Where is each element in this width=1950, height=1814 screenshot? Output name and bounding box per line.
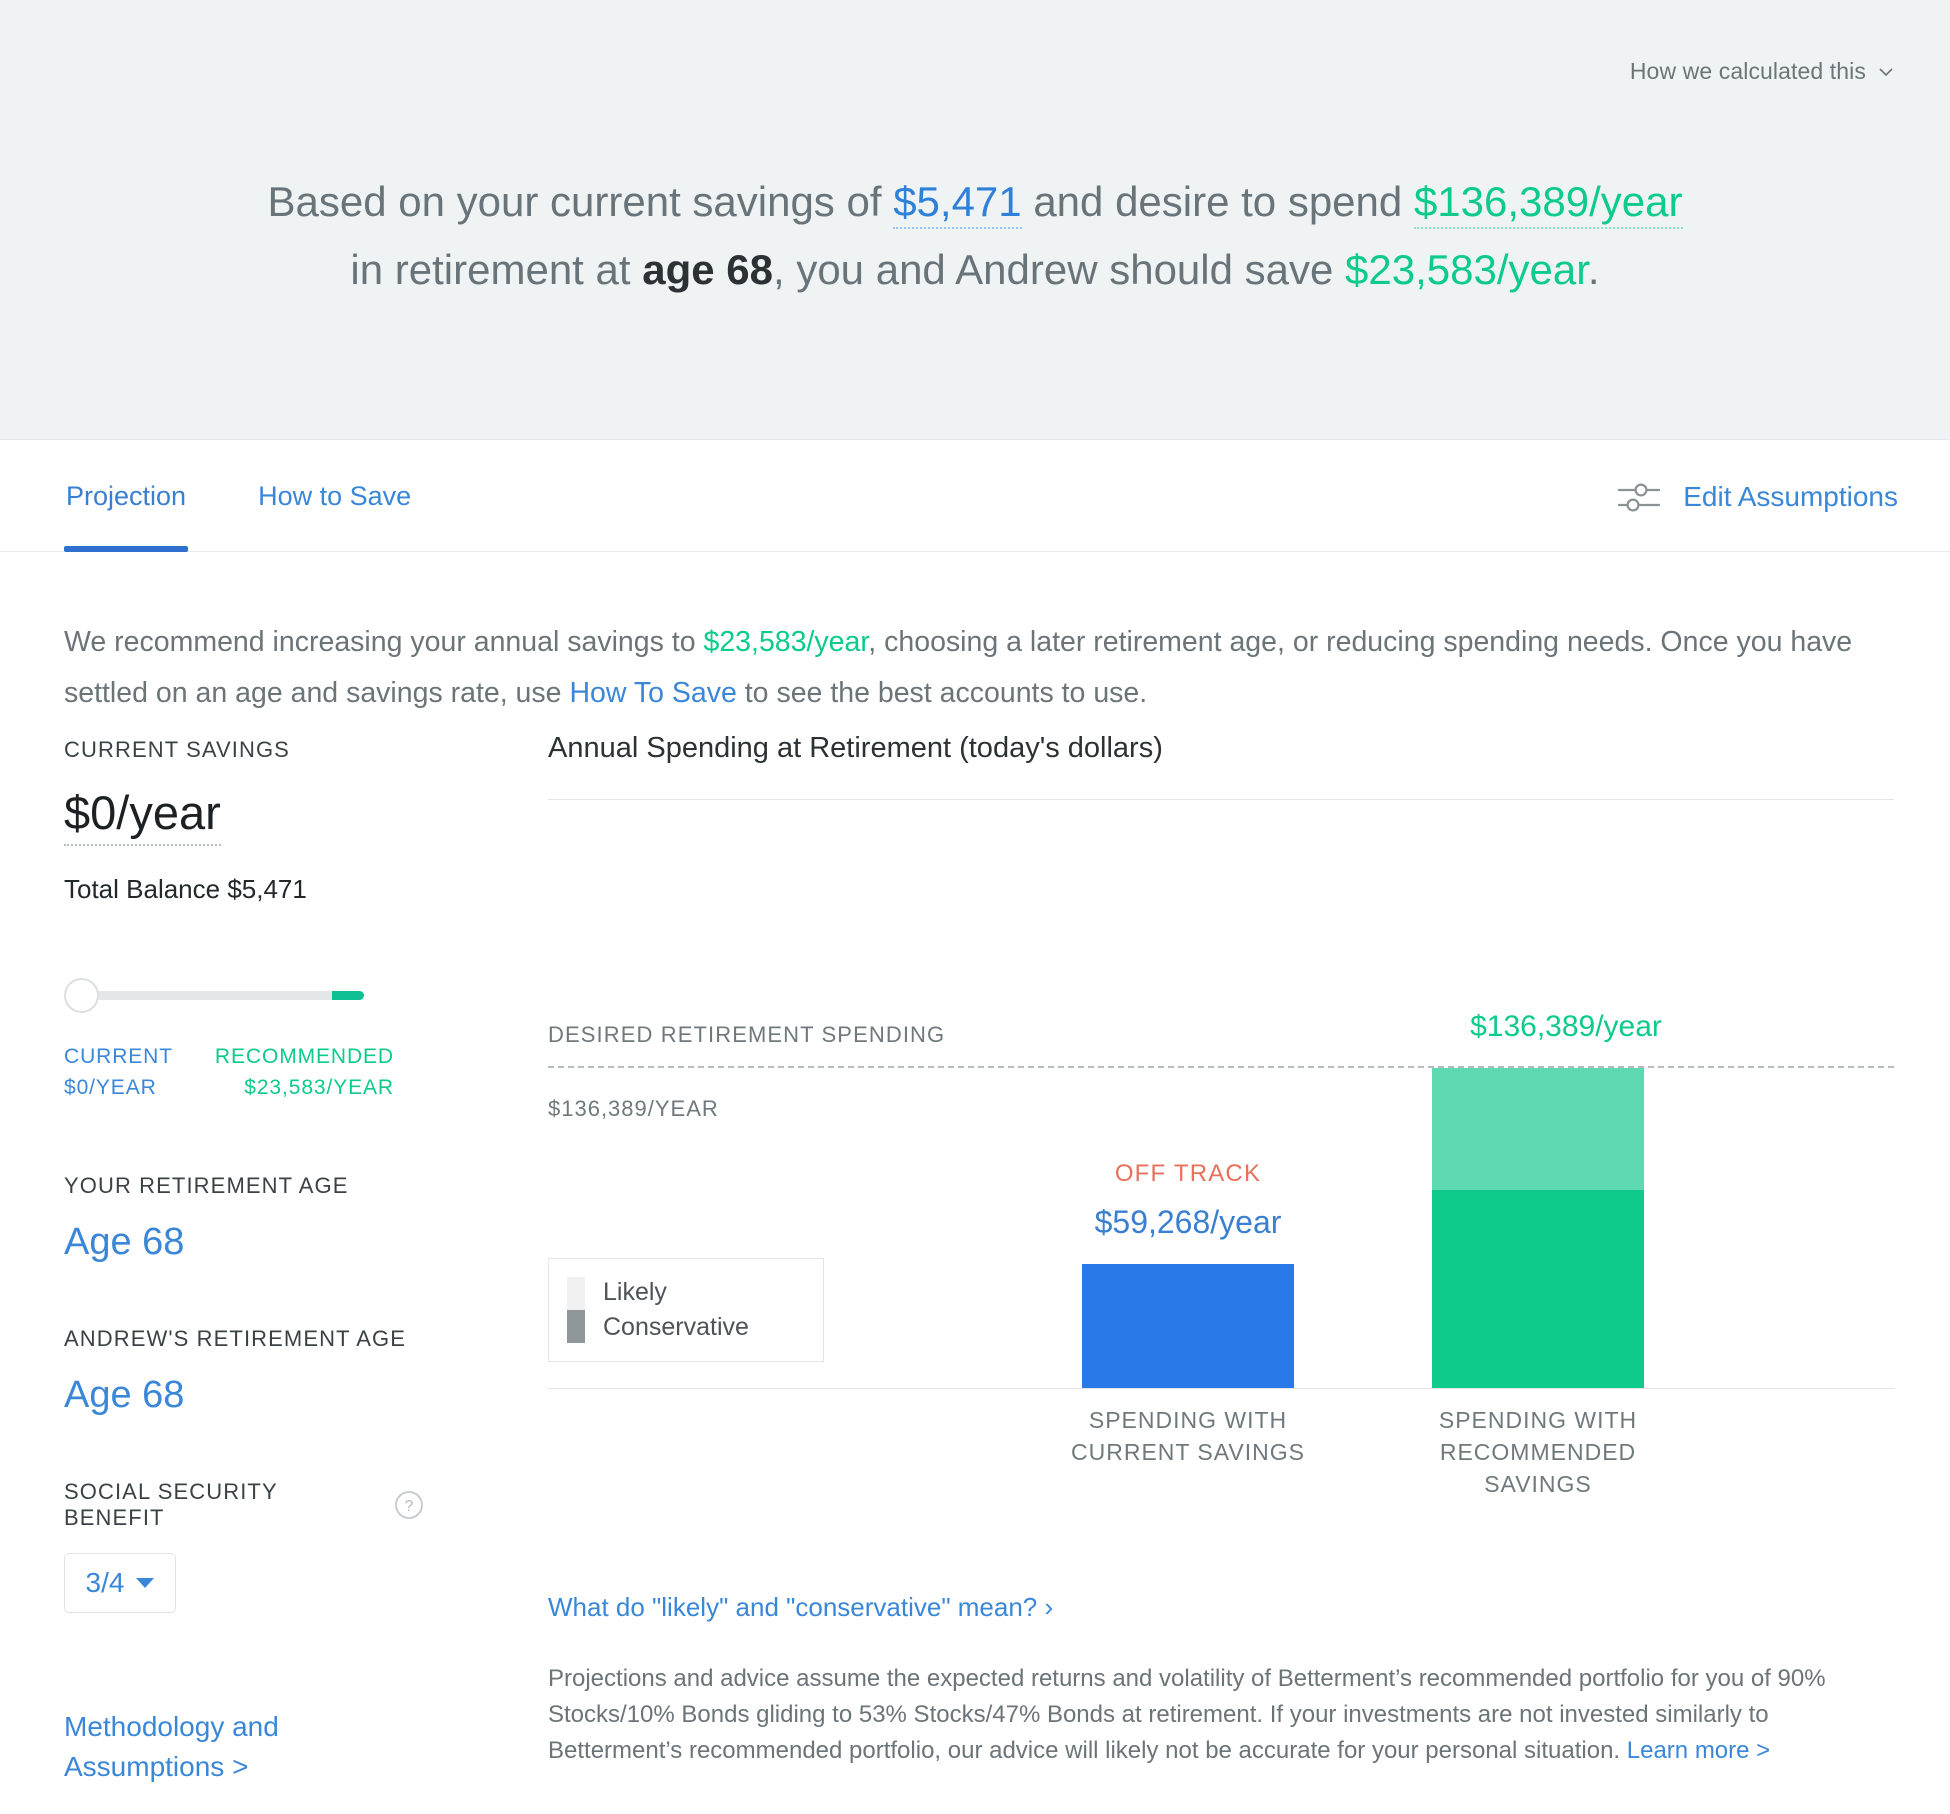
hero-statement-line-2: in retirement at age 68, you and Andrew … xyxy=(0,236,1950,304)
slider-recommended-value: $23,583/YEAR xyxy=(244,1076,394,1099)
social-security-block: SOCIAL SECURITY BENEFIT ? 3/4 xyxy=(64,1479,424,1613)
hero-text-2: and desire to spend xyxy=(1021,178,1414,225)
tab-list: Projection How to Save xyxy=(64,441,413,552)
chart-plot-area: DESIRED RETIREMENT SPENDING $136,389/yea… xyxy=(548,800,1894,1497)
slider-handle[interactable] xyxy=(64,978,99,1013)
how-to-save-link[interactable]: How To Save xyxy=(569,677,736,709)
hero-desired-spending-value[interactable]: $136,389/year xyxy=(1413,178,1683,229)
hero-banner: How we calculated this Based on your cur… xyxy=(0,0,1950,440)
slider-recommended-label: RECOMMENDED xyxy=(214,1045,394,1068)
hero-statement-line-1: Based on your current savings of $5,471 … xyxy=(0,168,1950,236)
total-balance-text: Total Balance $5,471 xyxy=(64,874,307,904)
chart-legend: Likely Conservative xyxy=(548,1258,824,1362)
partner-retirement-age-value[interactable]: Age 68 xyxy=(64,1374,424,1417)
tab-bar: Projection How to Save Edit Assumptions xyxy=(0,441,1950,552)
legend-swatch xyxy=(567,1277,585,1343)
desired-retirement-spending-label: DESIRED RETIREMENT SPENDING xyxy=(548,1022,946,1047)
x-axis-label-recommended-savings-line-1: SPENDING WITH xyxy=(1438,1407,1638,1433)
tab-projection[interactable]: Projection xyxy=(64,441,189,552)
slider-legend: CURRENT $0/YEAR RECOMMENDED $23,583/YEAR xyxy=(64,1041,404,1111)
slider-current-block: CURRENT $0/YEAR xyxy=(64,1041,173,1103)
question-mark-circle-icon[interactable]: ? xyxy=(394,1490,424,1520)
social-security-select[interactable]: 3/4 xyxy=(64,1553,176,1613)
chart-title: Annual Spending at Retirement (today's d… xyxy=(548,732,1163,764)
chart-baseline xyxy=(548,1388,1894,1389)
retirement-planning-page: How we calculated this Based on your cur… xyxy=(0,0,1950,1814)
x-axis-label-current-savings-line-1: SPENDING WITH xyxy=(1088,1407,1288,1433)
bar-current-savings[interactable] xyxy=(1082,1264,1294,1388)
social-security-label: SOCIAL SECURITY BENEFIT xyxy=(64,1479,278,1530)
hero-text-1: Based on your current savings of xyxy=(267,178,894,225)
desired-retirement-spending-axis-value: $136,389/YEAR xyxy=(548,1096,719,1121)
tab-projection-label: Projection xyxy=(66,481,187,511)
partner-retirement-age-block: ANDREW'S RETIREMENT AGE Age 68 xyxy=(64,1326,424,1417)
current-savings-bar-value: $59,268/year xyxy=(1094,1204,1282,1240)
recommendation-text: We recommend increasing your annual savi… xyxy=(64,617,1894,719)
social-security-label-row: SOCIAL SECURITY BENEFIT ? xyxy=(64,1479,424,1531)
learn-more-link[interactable]: Learn more > xyxy=(1627,1737,1770,1764)
desired-retirement-spending-callout: $136,389/year xyxy=(1470,1010,1662,1043)
x-axis-label-current-savings: SPENDING WITH CURRENT SAVINGS xyxy=(1048,1404,1328,1468)
chevron-down-icon xyxy=(1878,64,1894,80)
current-savings-value[interactable]: $0/year xyxy=(64,785,221,846)
sliders-icon xyxy=(1617,477,1661,517)
legend-label-likely: Likely xyxy=(603,1278,667,1306)
x-axis-label-recommended-savings-line-2: RECOMMENDED SAVINGS xyxy=(1439,1439,1637,1497)
hero-statement: Based on your current savings of $5,471 … xyxy=(0,168,1950,304)
recommendation-amount: $23,583/year xyxy=(703,626,869,658)
bar-recommended-savings-conservative[interactable] xyxy=(1432,1190,1644,1388)
legend-swatch-likely xyxy=(567,1277,585,1310)
desired-retirement-spending-line xyxy=(548,1066,1894,1068)
legend-swatch-conservative xyxy=(567,1310,585,1343)
recommendation-part-3: to see the best accounts to use. xyxy=(736,677,1148,709)
slider-recommended-fill xyxy=(332,991,364,1000)
likely-conservative-meaning-link[interactable]: What do "likely" and "conservative" mean… xyxy=(548,1592,1898,1623)
edit-assumptions-label: Edit Assumptions xyxy=(1683,480,1898,512)
hero-retirement-age-value: age 68 xyxy=(642,246,773,293)
your-retirement-age-value[interactable]: Age 68 xyxy=(64,1221,424,1264)
methodology-and-assumptions-link[interactable]: Methodology and Assumptions > xyxy=(64,1707,334,1787)
assumptions-sidebar: CURRENT SAVINGS $0/year Total Balance $5… xyxy=(64,737,424,1787)
slider-current-value: $0/YEAR xyxy=(64,1076,157,1099)
legend-label-conservative: Conservative xyxy=(603,1313,749,1341)
recommendation-part-1: We recommend increasing your annual savi… xyxy=(64,626,704,658)
chevron-down-icon xyxy=(136,1578,155,1588)
tab-how-to-save[interactable]: How to Save xyxy=(256,441,413,552)
current-savings-block: CURRENT SAVINGS $0/year Total Balance $5… xyxy=(64,737,424,905)
bar-recommended-savings-likely[interactable] xyxy=(1432,1068,1644,1190)
chart-footer: What do "likely" and "conservative" mean… xyxy=(548,1592,1898,1769)
current-savings-label: CURRENT SAVINGS xyxy=(64,737,290,762)
hero-recommended-savings-value: $23,583/year xyxy=(1345,246,1588,293)
slider-recommended-block: RECOMMENDED $23,583/YEAR xyxy=(215,1041,394,1103)
edit-assumptions-button[interactable]: Edit Assumptions xyxy=(1617,441,1898,552)
legend-labels: Likely Conservative xyxy=(603,1275,749,1345)
your-retirement-age-label: YOUR RETIREMENT AGE xyxy=(64,1173,349,1198)
partner-retirement-age-label: ANDREW'S RETIREMENT AGE xyxy=(64,1326,407,1351)
how-we-calculated-this-link[interactable]: How we calculated this xyxy=(1630,58,1894,85)
tab-how-to-save-label: How to Save xyxy=(258,481,412,511)
status-badge-off-track: OFF TRACK xyxy=(1114,1160,1262,1187)
slider-current-label: CURRENT xyxy=(64,1045,173,1068)
x-axis-label-current-savings-line-2: CURRENT SAVINGS xyxy=(1071,1439,1305,1465)
spending-chart: Annual Spending at Retirement (today's d… xyxy=(548,732,1894,1497)
savings-slider[interactable] xyxy=(64,973,364,1019)
hero-current-savings-value[interactable]: $5,471 xyxy=(893,178,1022,229)
your-retirement-age-block: YOUR RETIREMENT AGE Age 68 xyxy=(64,1173,424,1264)
slider-track[interactable] xyxy=(78,991,364,1000)
how-we-calculated-this-label: How we calculated this xyxy=(1629,58,1866,84)
hero-text-4: , you and Andrew should save xyxy=(772,246,1346,293)
x-axis-label-recommended-savings: SPENDING WITH RECOMMENDED SAVINGS xyxy=(1398,1404,1678,1500)
disclaimer-text: Projections and advice assume the expect… xyxy=(548,1661,1888,1769)
hero-text-3: in retirement at xyxy=(350,246,643,293)
hero-text-5: . xyxy=(1587,246,1600,293)
social-security-value: 3/4 xyxy=(85,1567,125,1598)
svg-text:?: ? xyxy=(405,1498,414,1515)
